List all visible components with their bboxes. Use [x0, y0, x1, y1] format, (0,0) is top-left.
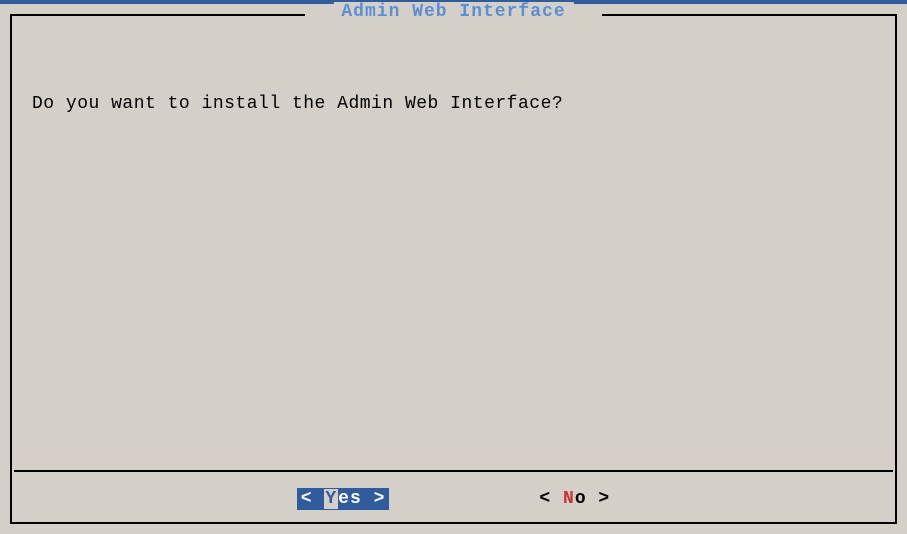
bracket-left: <: [539, 489, 563, 509]
yes-button[interactable]: < Yes >: [297, 488, 390, 510]
dialog-title: Admin Web Interface: [333, 2, 573, 22]
no-hotkey: N: [563, 489, 575, 509]
dialog-question: Do you want to install the Admin Web Int…: [32, 94, 875, 114]
button-row: < Yes > < No >: [12, 488, 895, 510]
no-button[interactable]: < No >: [539, 489, 610, 509]
bracket-right: >: [362, 489, 386, 509]
bracket-right: >: [587, 489, 611, 509]
yes-rest: es: [338, 489, 362, 509]
content-area: Do you want to install the Admin Web Int…: [32, 54, 875, 474]
dialog-container: Admin Web Interface Do you want to insta…: [10, 4, 897, 524]
bracket-left: <: [301, 489, 325, 509]
no-rest: o: [575, 489, 587, 509]
separator-line: [14, 470, 893, 472]
yes-hotkey: Y: [324, 489, 338, 509]
dialog-frame: Do you want to install the Admin Web Int…: [10, 14, 897, 524]
